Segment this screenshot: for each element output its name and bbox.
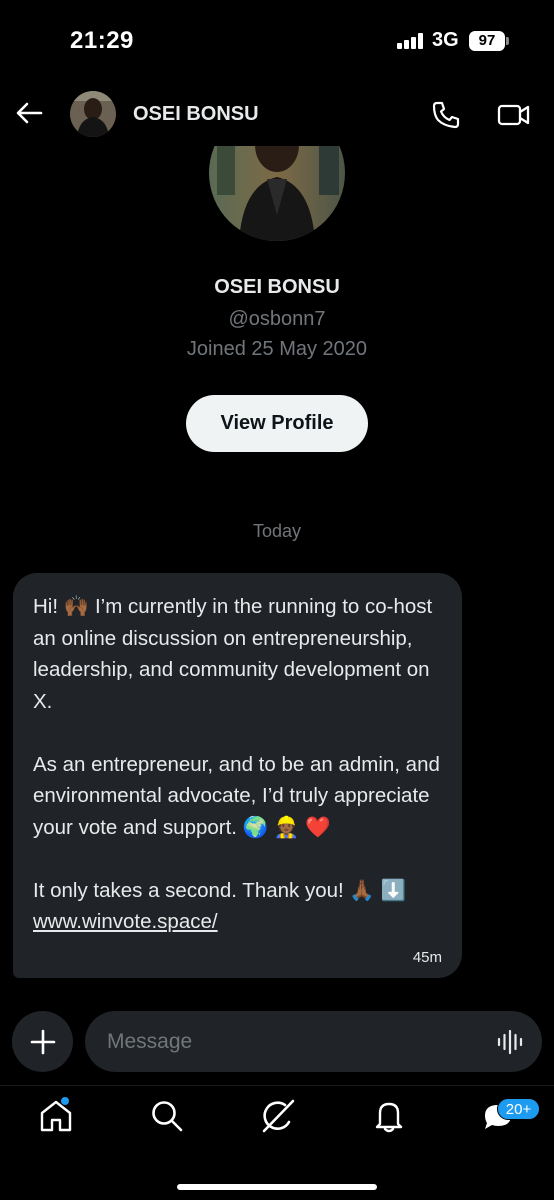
message-timestamp: 45m bbox=[412, 949, 442, 966]
date-divider: Today bbox=[252, 521, 302, 541]
message-paragraph: As an entrepreneur, and to be an admin, … bbox=[33, 752, 446, 839]
home-indicator bbox=[177, 1184, 377, 1190]
message-field[interactable] bbox=[85, 1011, 542, 1072]
notification-dot bbox=[60, 1096, 70, 1106]
grok-icon[interactable] bbox=[260, 1098, 296, 1134]
header-avatar[interactable] bbox=[70, 91, 116, 137]
messages-badge: 20+ bbox=[497, 1098, 540, 1120]
voice-waveform-icon[interactable] bbox=[496, 1028, 524, 1056]
network-type: 3G bbox=[432, 29, 459, 51]
back-arrow-icon[interactable] bbox=[14, 98, 44, 128]
view-profile-button[interactable]: View Profile bbox=[186, 395, 368, 452]
message-link[interactable]: www.winvote.space/ bbox=[33, 910, 218, 933]
bottom-nav: 20+ bbox=[0, 1085, 554, 1200]
plus-icon bbox=[30, 1029, 55, 1054]
header-name: OSEI BONSU bbox=[133, 103, 259, 125]
profile-joined-date: Joined 25 May 2020 bbox=[186, 338, 368, 360]
phone-icon[interactable] bbox=[431, 100, 461, 130]
status-time: 21:29 bbox=[70, 27, 134, 54]
add-attachment-button[interactable] bbox=[12, 1011, 73, 1072]
signal-icon bbox=[397, 33, 427, 49]
message-paragraph: Hi! 🙌🏾 I’m currently in the running to c… bbox=[33, 595, 438, 713]
search-icon[interactable] bbox=[149, 1098, 185, 1134]
message-input[interactable] bbox=[107, 1011, 477, 1072]
status-bar: 21:29 3G 97 bbox=[0, 0, 554, 82]
profile-handle: @osbonn7 bbox=[228, 308, 326, 330]
video-camera-icon[interactable] bbox=[497, 100, 531, 130]
chat-header: OSEI BONSU bbox=[0, 82, 554, 146]
message-bubble[interactable]: Hi! 🙌🏾 I’m currently in the running to c… bbox=[13, 573, 462, 978]
profile-name: OSEI BONSU bbox=[214, 276, 340, 298]
battery-icon: 97 bbox=[469, 31, 505, 51]
battery-nub bbox=[506, 37, 509, 45]
bell-icon[interactable] bbox=[371, 1098, 407, 1134]
message-paragraph: It only takes a second. Thank you! 🙏🏾 ⬇️ bbox=[33, 878, 407, 902]
